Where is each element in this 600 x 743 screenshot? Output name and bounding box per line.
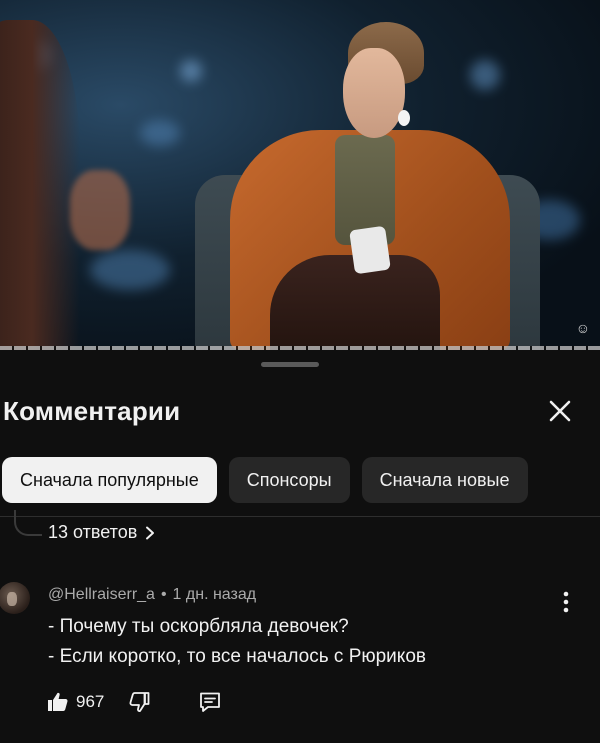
comment-time: 1 дн. назад [172, 586, 257, 603]
video-player[interactable]: ☺ [0, 0, 600, 350]
more-vert-icon [563, 591, 569, 613]
like-button[interactable]: 967 [46, 690, 104, 714]
comment-meta: @Hellraiserr_a • 1 дн. назад [48, 586, 256, 604]
view-replies-link[interactable]: 13 ответов [48, 522, 157, 543]
chip-popular-first[interactable]: Сначала популярные [2, 457, 217, 503]
earring [398, 110, 410, 126]
thread-connector [14, 510, 42, 536]
comment-author[interactable]: @Hellraiserr_a [48, 586, 155, 604]
dislike-button[interactable] [128, 690, 152, 714]
sheet-drag-handle[interactable] [261, 362, 319, 367]
interviewer-silhouette [0, 20, 80, 350]
comments-sheet: Комментарии Сначала популярные Спонсоры … [0, 350, 600, 743]
avatar[interactable] [0, 582, 30, 614]
bokeh-light [470, 60, 500, 90]
close-icon [549, 400, 571, 422]
comment-actions: 967 [46, 688, 222, 716]
comment-text-line: - Почему ты оскорбляла девочек? [48, 616, 349, 637]
corner-emoji-icon: ☺ [575, 320, 590, 336]
more-options-button[interactable] [556, 590, 576, 614]
sort-chips: Сначала популярные Спонсоры Сначала новы… [0, 457, 528, 503]
guest-face [343, 48, 405, 138]
chip-newest-first[interactable]: Сначала новые [361, 457, 528, 503]
replies-count-label: 13 ответов [48, 522, 138, 542]
comment-reply-icon [200, 692, 221, 712]
like-count: 967 [76, 692, 105, 711]
comment-text-line: - Если коротко, то все началось с Рюрико… [48, 646, 426, 667]
divider [0, 516, 600, 517]
bokeh-light [90, 250, 170, 290]
thumbs-up-icon [48, 692, 68, 711]
chevron-right-icon [146, 526, 155, 539]
thumbs-down-icon [129, 692, 150, 712]
comments-title: Комментарии [3, 396, 181, 426]
bokeh-light [140, 120, 180, 146]
bokeh-light [180, 60, 202, 82]
meta-separator: • [160, 586, 167, 603]
close-button[interactable] [546, 397, 574, 425]
reply-button[interactable] [198, 690, 222, 714]
chip-sponsors[interactable]: Спонсоры [228, 457, 350, 503]
interviewer-hand [70, 170, 130, 250]
phone-in-hand [349, 225, 391, 275]
